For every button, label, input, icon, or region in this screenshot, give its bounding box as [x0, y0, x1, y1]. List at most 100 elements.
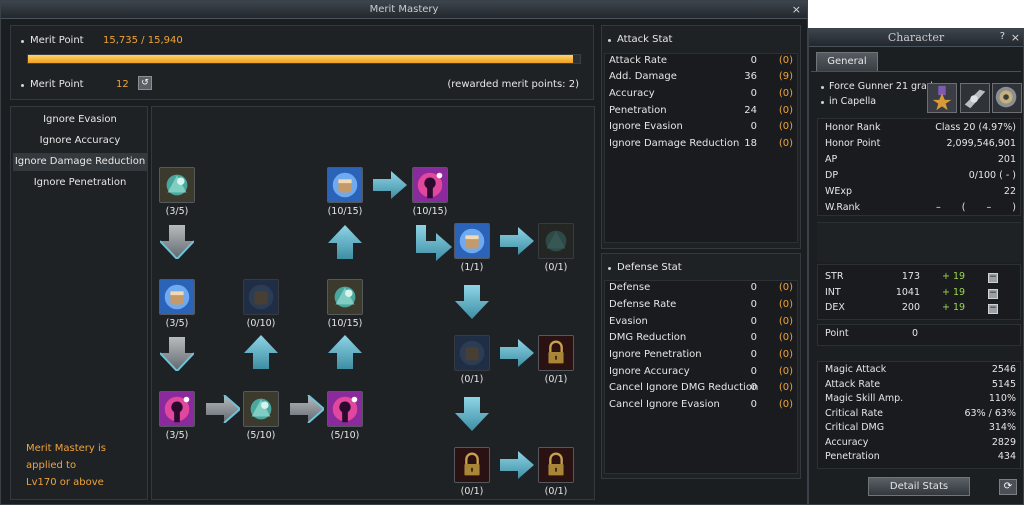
attr-label: STR: [825, 271, 844, 282]
info-value: 0/100 ( - ): [968, 170, 1016, 181]
category-item[interactable]: Ignore Penetration: [15, 174, 145, 192]
arrow-down-icon: [160, 337, 194, 371]
node-count: (3/5): [165, 318, 189, 329]
gem-skill-icon[interactable]: [159, 167, 195, 203]
attr-bonus: + 19: [942, 271, 966, 282]
refresh-icon[interactable]: ⟳: [999, 479, 1017, 495]
merit-window-title: Merit Mastery: [369, 4, 439, 15]
gem-skill-icon-locked[interactable]: [538, 223, 574, 259]
category-item-selected[interactable]: Ignore Damage Reduction: [13, 153, 147, 171]
arrow-right-icon: [500, 227, 534, 255]
category-item[interactable]: Ignore Evasion: [15, 111, 145, 129]
tab-divider: [811, 71, 1021, 72]
node-count: (0/10): [246, 318, 276, 329]
category-label: Ignore Evasion: [43, 114, 117, 125]
tab-label: General: [827, 56, 867, 67]
gem-skill-icon[interactable]: [327, 279, 363, 315]
merit-progress-bar: [27, 54, 581, 64]
stat-row: DMG Reduction 0 (0): [609, 332, 793, 343]
rewarded-points-text: (rewarded merit points: 2): [447, 79, 579, 90]
attr-value: 173: [901, 271, 920, 282]
fist-skill-icon-locked[interactable]: [454, 335, 490, 371]
tab-general[interactable]: General: [816, 52, 878, 71]
merit-point2-label: Merit Point: [30, 79, 84, 90]
help-button[interactable]: ?: [1000, 31, 1005, 42]
combat-stats-panel: Magic Attack 2546 Attack Rate 5145 Magic S…: [817, 361, 1021, 469]
reset-button[interactable]: ↺: [138, 76, 152, 90]
node-count: (3/5): [165, 206, 189, 217]
bullet-icon: [21, 40, 24, 43]
note-line: Lv170 or above: [26, 477, 104, 488]
stat-row: Cancel Ignore DMG Reduction 0 (0): [609, 382, 793, 393]
merit-point-label: Merit Point: [30, 35, 84, 46]
character-close-button[interactable]: ×: [1011, 31, 1020, 44]
arrow-down-icon: [455, 285, 489, 319]
emblem-icon[interactable]: [992, 83, 1022, 113]
info-label: AP: [825, 154, 838, 165]
merit-close-button[interactable]: ×: [792, 3, 801, 17]
bullet-icon: [608, 39, 611, 42]
arrow-down-icon: [160, 225, 194, 259]
node-count: (0/1): [460, 486, 484, 497]
attr-minus-button[interactable]: −: [988, 289, 998, 299]
node-count: (5/10): [246, 430, 276, 441]
node-count: (1/1): [460, 262, 484, 273]
fist-skill-icon-locked[interactable]: [243, 279, 279, 315]
info-value: 201: [997, 154, 1016, 165]
location-text: in Capella: [829, 96, 877, 107]
combat-value: 314%: [988, 422, 1016, 433]
info-label: Honor Point: [825, 138, 881, 149]
info-value: – ( – ): [936, 202, 1016, 213]
stat-row: Add. Damage 36 (9): [609, 71, 793, 82]
note-line: applied to: [26, 460, 77, 471]
info-value: 2,099,546,901: [946, 138, 1016, 149]
arrow-down-icon: [455, 397, 489, 431]
arrow-down-right-icon: [416, 225, 452, 261]
detail-stats-button[interactable]: Detail Stats: [868, 477, 970, 496]
attr-minus-button[interactable]: −: [988, 304, 998, 314]
magic-skill-icon[interactable]: [159, 391, 195, 427]
attributes-panel: STR 173 + 19 − INT 1041 + 19 − DEX 200 +…: [817, 264, 1021, 320]
note-line: Merit Mastery is: [26, 443, 107, 454]
character-title-bar[interactable]: Character: [809, 29, 1023, 47]
combat-value: 110%: [988, 393, 1016, 404]
point-value: 0: [912, 328, 919, 339]
category-item[interactable]: Ignore Accuracy: [15, 132, 145, 150]
combat-value: 2546: [991, 364, 1016, 375]
magic-skill-icon[interactable]: [412, 167, 448, 203]
weapon-icon[interactable]: [960, 83, 990, 113]
combat-label: Penetration: [825, 451, 880, 462]
lock-icon[interactable]: [538, 335, 574, 371]
merit-title-bar[interactable]: Merit Mastery: [1, 1, 807, 19]
arrow-right-icon: [500, 339, 534, 367]
honor-info-panel: Honor Rank Class 20 (4.97%) Honor Point 2,…: [817, 118, 1021, 216]
fist-skill-icon[interactable]: [159, 279, 195, 315]
skill-tree-panel: (3/5) (10/15) (10/15) (1/1) (0/1) (3/5) …: [151, 106, 595, 500]
stat-row: Ignore Damage Reduction 18 (0): [609, 138, 793, 149]
stat-row: Evasion 0 (0): [609, 316, 793, 327]
node-count: (0/1): [544, 262, 568, 273]
category-list-panel: Ignore Evasion Ignore Accuracy Ignore Da…: [10, 106, 148, 500]
attr-label: DEX: [825, 302, 845, 313]
lock-icon[interactable]: [538, 447, 574, 483]
gem-skill-icon[interactable]: [243, 391, 279, 427]
node-count: (0/1): [544, 374, 568, 385]
lock-icon[interactable]: [454, 447, 490, 483]
node-count: (3/5): [165, 430, 189, 441]
fist-skill-icon[interactable]: [454, 223, 490, 259]
stat-row: Defense Rate 0 (0): [609, 299, 793, 310]
arrow-up-icon: [328, 225, 362, 259]
bullet-icon: [821, 101, 824, 104]
node-count: (10/15): [412, 206, 448, 217]
attr-minus-button[interactable]: −: [988, 273, 998, 283]
attr-bonus: + 19: [942, 302, 966, 313]
defense-stat-title: Defense Stat: [617, 262, 682, 273]
magic-skill-icon[interactable]: [327, 391, 363, 427]
info-label: Honor Rank: [825, 122, 881, 133]
bullet-icon: [21, 84, 24, 87]
stat-row: Ignore Evasion 0 (0): [609, 121, 793, 132]
stat-row: Cancel Ignore Evasion 0 (0): [609, 399, 793, 410]
fist-skill-icon[interactable]: [327, 167, 363, 203]
medal-icon[interactable]: [927, 83, 957, 113]
attack-stat-panel: Attack Stat Attack Rate 0 (0) Add. Damage 3…: [601, 25, 801, 249]
